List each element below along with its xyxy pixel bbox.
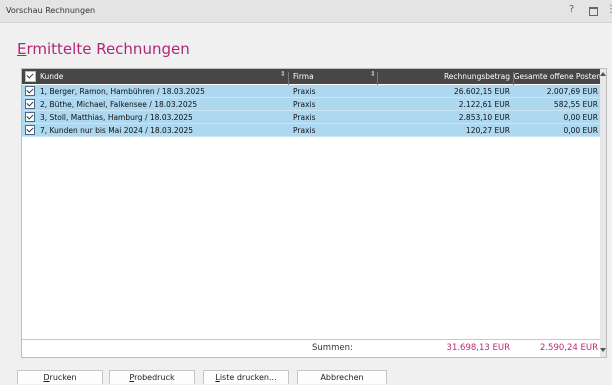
row-checkbox[interactable] (25, 112, 35, 122)
cell-rechnungsbetrag: 2.853,10 EUR (458, 113, 510, 122)
cell-kunde: 3, Stoll, Matthias, Hamburg / 18.03.2025 (40, 113, 193, 122)
totals-label: Summen: (312, 343, 353, 353)
table-header: Kunde ⇕ Firma ⇕ Rechnungsbetrag Gesamte … (22, 69, 606, 87)
column-rechnungsbetrag[interactable]: Rechnungsbetrag (372, 72, 510, 81)
print-button[interactable]: Drucken (17, 370, 103, 384)
cell-firma: Praxis (293, 87, 316, 96)
window-titlebar: Vorschau Rechnungen ? ⋮ (0, 0, 612, 23)
select-all-checkbox[interactable] (25, 71, 36, 82)
window-title: Vorschau Rechnungen (6, 6, 96, 15)
table-row[interactable]: 7, Kunden nur bis Mai 2024 / 18.03.2025 … (22, 124, 600, 137)
invoice-table: Kunde ⇕ Firma ⇕ Rechnungsbetrag Gesamte … (21, 68, 607, 358)
sort-kunde-icon[interactable]: ⇕ (280, 70, 286, 78)
totals-row: Summen: 31.698,13 EUR 2.590,24 EUR (22, 339, 600, 356)
column-firma[interactable]: Firma (293, 72, 314, 81)
test-print-button[interactable]: Probedruck (109, 370, 195, 384)
cell-firma: Praxis (293, 113, 316, 122)
total-rechnungsbetrag: 31.698,13 EUR (446, 343, 510, 353)
print-list-button[interactable]: Liste drucken... (203, 370, 289, 384)
help-icon[interactable]: ? (569, 4, 574, 15)
row-checkbox[interactable] (25, 99, 35, 109)
column-kunde[interactable]: Kunde (40, 72, 63, 81)
cell-offene-posten: 2.007,69 EUR (546, 87, 598, 96)
cell-offene-posten: 0,00 EUR (563, 126, 598, 135)
total-offene-posten: 2.590,24 EUR (539, 343, 598, 353)
scroll-down-icon[interactable] (600, 348, 606, 352)
page-title: Ermittelte Rechnungen (17, 40, 190, 58)
table-row[interactable]: 3, Stoll, Matthias, Hamburg / 18.03.2025… (22, 111, 600, 124)
row-checkbox[interactable] (25, 86, 35, 96)
cell-rechnungsbetrag: 2.122,61 EUR (458, 100, 510, 109)
cell-kunde: 7, Kunden nur bis Mai 2024 / 18.03.2025 (40, 126, 194, 135)
scroll-up-icon[interactable] (600, 72, 606, 76)
maximize-icon[interactable] (589, 7, 598, 16)
row-checkbox[interactable] (25, 125, 35, 135)
cell-rechnungsbetrag: 120,27 EUR (465, 126, 510, 135)
cell-kunde: 1, Berger, Ramon, Hambühren / 18.03.2025 (40, 87, 205, 96)
overflow-icon[interactable]: ⋮ (606, 4, 612, 15)
cell-offene-posten: 582,55 EUR (553, 100, 598, 109)
cell-firma: Praxis (293, 100, 316, 109)
vertical-scrollbar[interactable] (600, 69, 606, 357)
table-row[interactable]: 1, Berger, Ramon, Hambühren / 18.03.2025… (22, 85, 600, 98)
column-offene-posten[interactable]: Gesamte offene Posten (513, 72, 601, 81)
table-row[interactable]: 2, Büthe, Michael, Falkensee / 18.03.202… (22, 98, 600, 111)
cell-rechnungsbetrag: 26.602,15 EUR (454, 87, 510, 96)
cell-firma: Praxis (293, 126, 316, 135)
cancel-button[interactable]: Abbrechen (297, 370, 387, 384)
cell-offene-posten: 0,00 EUR (563, 113, 598, 122)
cell-kunde: 2, Büthe, Michael, Falkensee / 18.03.202… (40, 100, 198, 109)
